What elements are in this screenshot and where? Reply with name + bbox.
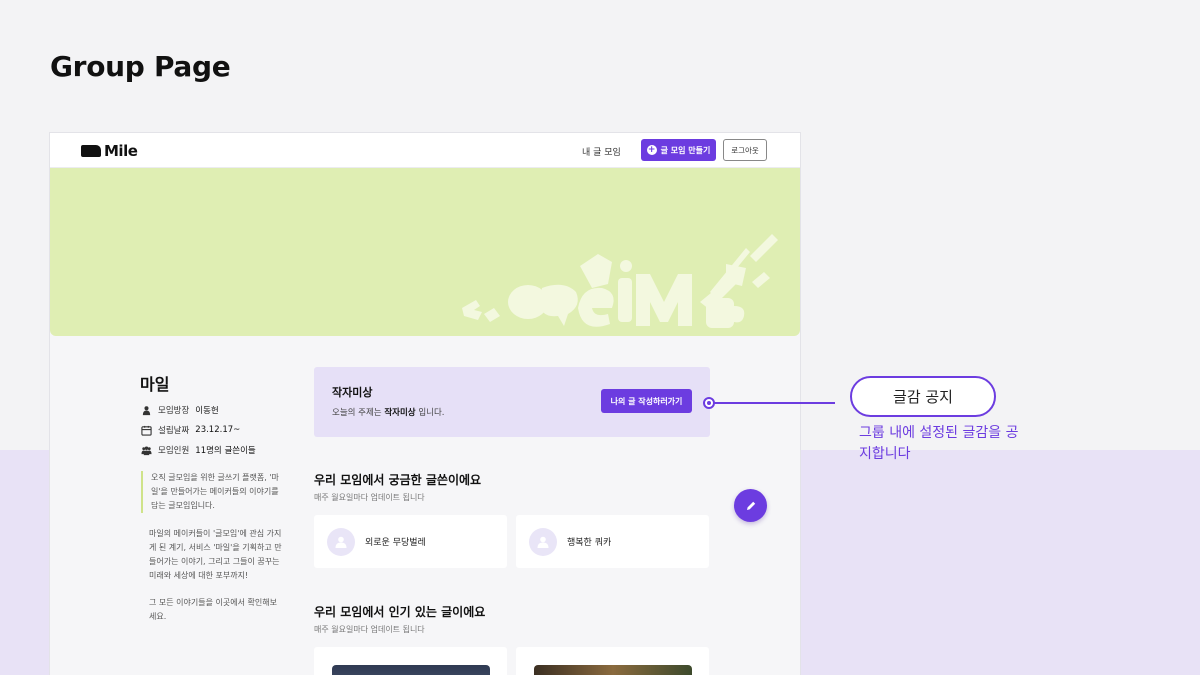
person-icon — [142, 405, 151, 415]
meta-founded-value: 23.12.17~ — [195, 425, 241, 435]
post-thumbnail — [534, 665, 692, 675]
app-window: Mile 내 글 모임 + 글 모임 만들기 로그아웃 마일 모임방장 이동헌 … — [50, 133, 800, 675]
group-description-closing: 그 모든 이야기들을 이곳에서 확인해보세요. — [149, 598, 277, 621]
meta-owner: 모임방장 이동헌 — [141, 404, 219, 416]
meta-members-label: 모임인원 — [158, 446, 190, 456]
user-icon — [335, 536, 347, 548]
topic-subtitle: 오늘의 주제는 작자미상 입니다. — [332, 406, 444, 418]
avatar — [327, 527, 355, 556]
topic-subtitle-topic: 작자미상 — [384, 408, 416, 418]
popular-post-card[interactable] — [516, 647, 709, 675]
callout-anchor-dot — [703, 397, 715, 409]
meta-founded: 설립날짜 23.12.17~ — [141, 424, 240, 436]
callout-connector — [709, 402, 835, 404]
create-group-label: 글 모임 만들기 — [660, 145, 711, 155]
topic-notice-card: 작자미상 오늘의 주제는 작자미상 입니다. 나의 글 작성하러가기 — [314, 367, 710, 437]
logo[interactable]: Mile — [81, 142, 138, 160]
calendar-icon — [141, 425, 152, 436]
popular-posts-subtitle: 매주 월요일마다 업데이트 됩니다 — [314, 625, 425, 634]
callout-description: 그룹 내에 설정된 글감을 공지합니다 — [859, 425, 1019, 462]
meta-founded-label: 설립날짜 — [158, 426, 190, 436]
curious-writers-title: 우리 모임에서 궁금한 글쓴이에요 — [314, 473, 482, 487]
writer-name: 외로운 무당벌레 — [365, 538, 426, 548]
writer-card[interactable]: 외로운 무당벌레 — [314, 515, 507, 568]
group-name: 마일 — [140, 375, 170, 394]
logout-button[interactable]: 로그아웃 — [723, 139, 767, 161]
group-banner — [50, 168, 800, 336]
logo-text: Mile — [104, 142, 138, 160]
writer-name: 행복한 쿼카 — [567, 538, 612, 548]
my-groups-link[interactable]: 내 글 모임 — [582, 145, 621, 158]
write-post-button[interactable]: 나의 글 작성하러가기 — [601, 389, 692, 413]
slide-title: Group Page — [50, 50, 231, 83]
writer-card[interactable]: 행복한 쿼카 — [516, 515, 709, 568]
top-navigation: Mile 내 글 모임 + 글 모임 만들기 로그아웃 — [50, 133, 800, 168]
topic-title: 작자미상 — [332, 386, 373, 399]
banner-illustration — [462, 234, 778, 328]
avatar — [529, 527, 557, 556]
popular-post-card[interactable] — [314, 647, 507, 675]
topic-subtitle-prefix: 오늘의 주제는 — [332, 408, 382, 418]
meta-owner-label: 모임방장 — [158, 406, 190, 416]
people-icon — [141, 445, 152, 455]
pencil-icon — [746, 501, 755, 510]
group-description-paragraph: 마일의 메이커들이 '글모임'에 관심 가지게 된 계기, 서비스 '마일'을 … — [149, 529, 282, 580]
user-icon — [537, 536, 549, 548]
meta-members: 모임인원 11명의 글쓴이들 — [141, 444, 256, 456]
create-group-button[interactable]: + 글 모임 만들기 — [641, 139, 716, 161]
meta-members-value: 11명의 글쓴이들 — [195, 446, 256, 456]
meta-owner-value: 이동헌 — [195, 406, 219, 416]
plus-icon: + — [646, 145, 657, 155]
curious-writers-subtitle: 매주 월요일마다 업데이트 됩니다 — [314, 493, 425, 502]
topic-subtitle-suffix: 입니다. — [418, 408, 445, 418]
callout-label: 글감 공지 — [850, 376, 996, 417]
logo-mark-icon — [81, 145, 101, 157]
write-fab-button[interactable] — [734, 489, 767, 522]
post-thumbnail — [332, 665, 490, 675]
group-description-quote: 오직 글모임을 위한 글쓰기 플랫폼, '마일'을 만들어가는 메이커들의 이야… — [141, 471, 281, 513]
popular-posts-title: 우리 모임에서 인기 있는 글이에요 — [314, 605, 486, 619]
